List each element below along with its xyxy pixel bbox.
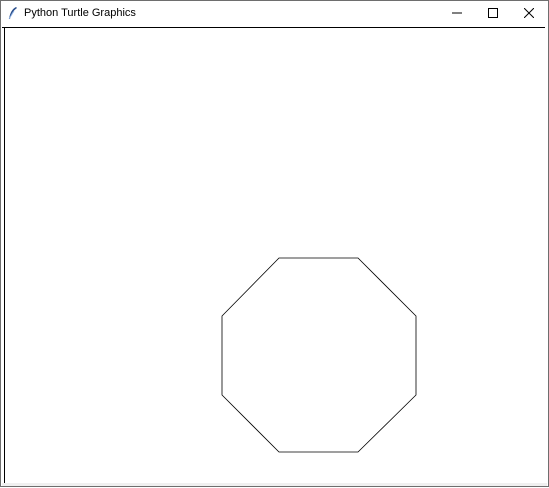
- minimize-button[interactable]: [439, 1, 475, 25]
- close-button[interactable]: [511, 1, 547, 25]
- window-bottom-edge: [2, 483, 547, 486]
- close-icon: [524, 8, 534, 18]
- feather-icon: [8, 7, 17, 20]
- maximize-icon: [488, 8, 498, 18]
- minimize-icon: [452, 12, 462, 14]
- maximize-button[interactable]: [475, 1, 511, 25]
- window-title: Python Turtle Graphics: [24, 7, 136, 19]
- octagon-shape: [221, 257, 417, 453]
- turtle-window: Python Turtle Graphics: [0, 0, 549, 487]
- turtle-canvas[interactable]: [4, 28, 546, 483]
- drawing-surface: [221, 257, 417, 453]
- title-bar[interactable]: Python Turtle Graphics: [1, 1, 548, 25]
